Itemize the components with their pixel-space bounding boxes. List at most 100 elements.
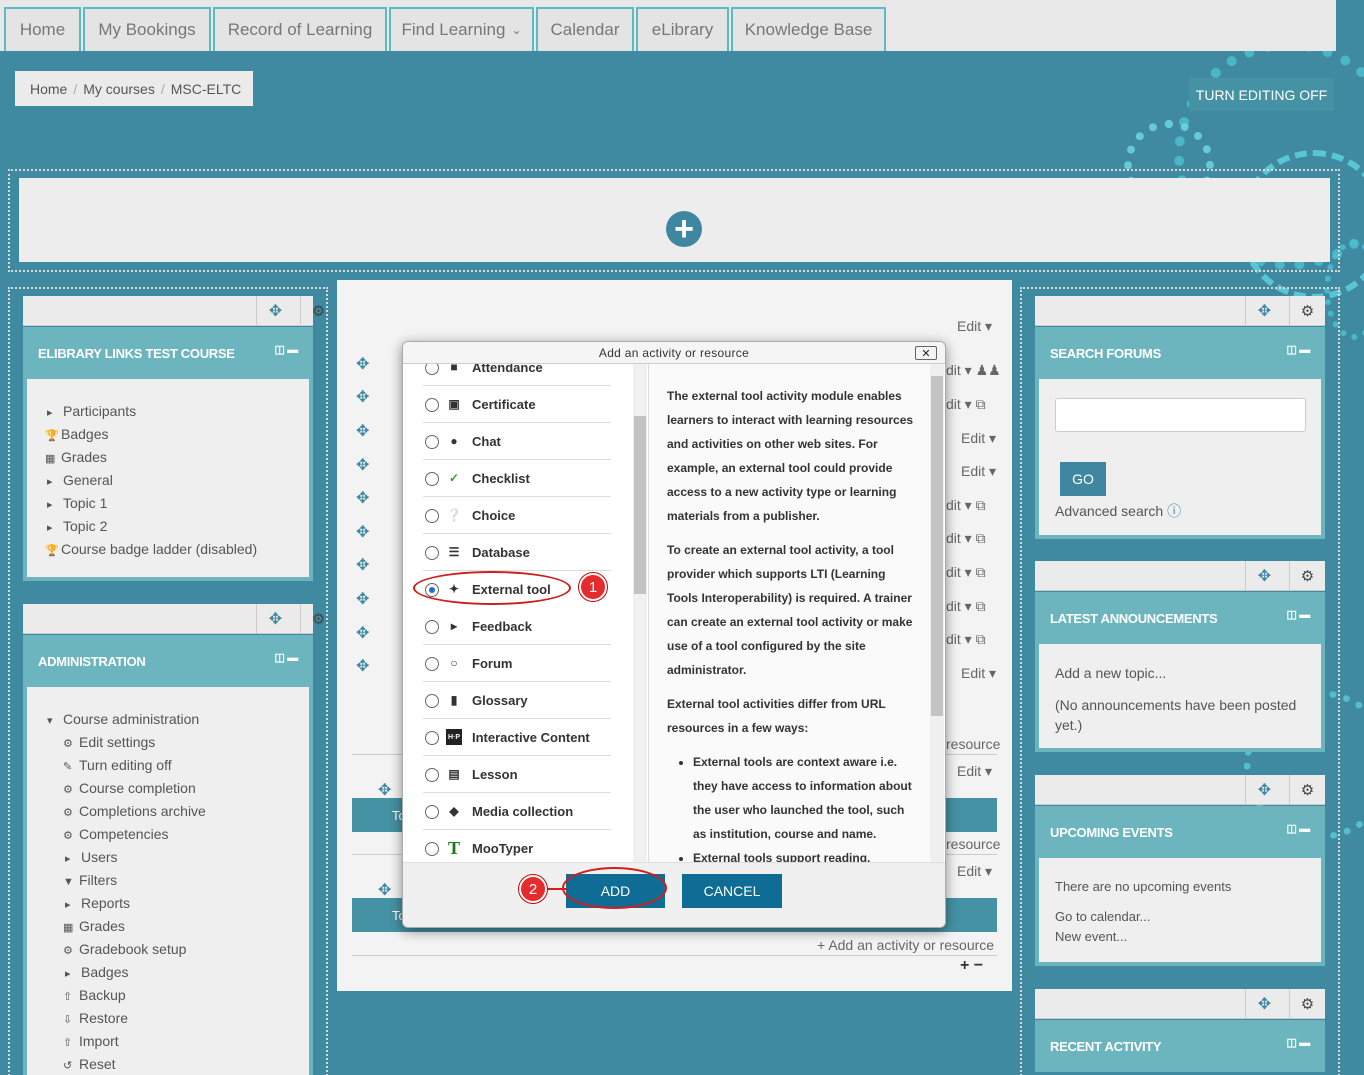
go-to-calendar-link[interactable]: Go to calendar...	[1055, 909, 1150, 924]
admin-users[interactable]: ▸ Users	[65, 849, 118, 865]
nav-badges[interactable]: 🏆 Badges	[45, 426, 108, 442]
move-icon[interactable]: ✥	[256, 296, 294, 326]
collapse-dock-icons[interactable]: ◫ ▬	[274, 343, 298, 356]
scrollbar-thumb[interactable]	[931, 376, 943, 716]
edit-menu[interactable]: Edit ▾	[957, 763, 992, 780]
admin-filters[interactable]: ▼ Filters	[63, 872, 117, 888]
admin-grades[interactable]: ▦ Grades	[63, 918, 125, 934]
option-certificate[interactable]: ▣ Certificate	[403, 386, 633, 423]
collapse-dock-icons[interactable]: ◫ ▬	[274, 651, 298, 664]
collapse-dock-icons[interactable]: ◫ ▬	[1286, 608, 1310, 621]
gear-icon[interactable]: ⚙	[1289, 296, 1325, 326]
admin-course-administration[interactable]: ▾ Course administration	[47, 711, 199, 727]
move-icon[interactable]: ✥	[356, 387, 369, 407]
gear-icon[interactable]: ⚙	[1289, 561, 1325, 591]
move-icon[interactable]: ✥	[356, 522, 369, 542]
radio-button[interactable]	[425, 546, 439, 560]
radio-button[interactable]	[425, 805, 439, 819]
move-icon[interactable]: ✥	[356, 421, 369, 441]
option-checklist[interactable]: ✓ Checklist	[403, 460, 633, 497]
move-icon[interactable]: ✥	[256, 604, 294, 634]
edit-menu[interactable]: dit ▾ ⧉	[946, 396, 986, 413]
scrollbar-thumb[interactable]	[634, 416, 646, 594]
option-database[interactable]: ☰ Database	[403, 534, 633, 571]
move-icon[interactable]: ✥	[356, 455, 369, 475]
nav-tab-calendar[interactable]: Calendar	[536, 7, 634, 51]
admin-turn-editing-off[interactable]: ✎ Turn editing off	[63, 757, 172, 773]
breadcrumb-home[interactable]: Home	[30, 81, 67, 97]
nav-grades[interactable]: ▦ Grades	[45, 449, 107, 465]
move-icon[interactable]: ✥	[378, 880, 391, 900]
move-icon[interactable]: ✥	[356, 623, 369, 643]
radio-button[interactable]	[425, 657, 439, 671]
info-icon[interactable]: ⓘ	[1167, 503, 1181, 519]
advanced-search-link[interactable]: Advanced search ⓘ	[1055, 501, 1181, 521]
move-icon[interactable]: ✥	[356, 589, 369, 609]
option-attendance[interactable]: ■ Attendance	[403, 364, 633, 386]
nav-topic-2[interactable]: ▸ Topic 2	[47, 518, 107, 534]
option-lesson[interactable]: ▤ Lesson	[403, 756, 633, 793]
add-resource-link-partial[interactable]: resource	[946, 836, 1000, 852]
gear-icon[interactable]: ⚙	[1289, 775, 1325, 805]
edit-menu[interactable]: dit ▾ ♟♟	[946, 362, 1001, 379]
nav-course-badge-ladder[interactable]: 🏆 Course badge ladder (disabled)	[45, 541, 257, 557]
option-mootyper[interactable]: T MooTyper	[403, 830, 633, 862]
admin-badges[interactable]: ▸ Badges	[65, 964, 128, 980]
admin-import[interactable]: ⇧ Import	[63, 1033, 119, 1049]
admin-gradebook-setup[interactable]: ⚙ Gradebook setup	[63, 941, 186, 957]
option-glossary[interactable]: ▮ Glossary	[403, 682, 633, 719]
nav-tab-find-learning[interactable]: Find Learning ⌄	[389, 7, 534, 51]
search-forums-input[interactable]	[1055, 398, 1306, 432]
breadcrumb-my-courses[interactable]: My courses	[83, 81, 155, 97]
edit-menu[interactable]: dit ▾ ⧉	[946, 631, 986, 648]
option-media-collection[interactable]: ◆ Media collection	[403, 793, 633, 830]
add-resource-link-partial[interactable]: resource	[946, 736, 1000, 752]
collapse-dock-icons[interactable]: ◫ ▬	[1286, 822, 1310, 835]
cancel-button[interactable]: CANCEL	[682, 874, 782, 908]
admin-competencies[interactable]: ⚙ Competencies	[63, 826, 169, 842]
gear-icon[interactable]: ⚙	[300, 296, 336, 326]
collapse-dock-icons[interactable]: ◫ ▬	[1286, 1036, 1310, 1049]
add-new-topic-link[interactable]: Add a new topic...	[1055, 665, 1166, 681]
nav-tab-record-of-learning[interactable]: Record of Learning	[213, 7, 387, 51]
edit-menu[interactable]: Edit ▾	[957, 318, 992, 335]
admin-reset[interactable]: ↺ Reset	[63, 1056, 116, 1072]
option-choice[interactable]: ❔ Choice	[403, 497, 633, 534]
admin-restore[interactable]: ⇩ Restore	[63, 1010, 128, 1026]
edit-menu[interactable]: dit ▾ ⧉	[946, 530, 986, 547]
edit-menu[interactable]: Edit ▾	[957, 863, 992, 880]
option-forum[interactable]: ○ Forum	[403, 645, 633, 682]
move-icon[interactable]: ✥	[1245, 775, 1283, 805]
edit-menu[interactable]: Edit ▾	[961, 430, 996, 447]
move-icon[interactable]: ✥	[356, 488, 369, 508]
nav-participants[interactable]: ▸ Participants	[47, 403, 136, 419]
nav-tab-knowledge-base[interactable]: Knowledge Base	[731, 7, 886, 51]
add-block-plus-icon[interactable]: +	[666, 211, 702, 247]
edit-menu[interactable]: Edit ▾	[961, 665, 996, 682]
edit-menu[interactable]: dit ▾ ⧉	[946, 564, 986, 581]
radio-button[interactable]	[425, 509, 439, 523]
option-feedback[interactable]: ▸ Feedback	[403, 608, 633, 645]
radio-button[interactable]	[425, 364, 439, 375]
radio-button[interactable]	[425, 694, 439, 708]
nav-topic-1[interactable]: ▸ Topic 1	[47, 495, 107, 511]
gear-icon[interactable]: ⚙	[300, 604, 336, 634]
admin-edit-settings[interactable]: ⚙ Edit settings	[63, 734, 155, 750]
radio-button[interactable]	[425, 472, 439, 486]
breadcrumb-course[interactable]: MSC-ELTC	[171, 81, 242, 97]
radio-button[interactable]	[425, 842, 439, 856]
move-icon[interactable]: ✥	[1245, 561, 1283, 591]
move-icon[interactable]: ✥	[1245, 296, 1283, 326]
add-activity-link[interactable]: + Add an activity or resource	[817, 937, 994, 953]
go-button[interactable]: GO	[1060, 462, 1106, 496]
nav-tab-my-bookings[interactable]: My Bookings	[83, 7, 211, 51]
move-icon[interactable]: ✥	[1245, 989, 1283, 1019]
radio-button[interactable]	[425, 731, 439, 745]
admin-completions-archive[interactable]: ⚙ Completions archive	[63, 803, 206, 819]
collapse-dock-icons[interactable]: ◫ ▬	[1286, 343, 1310, 356]
edit-menu[interactable]: dit ▾ ⧉	[946, 497, 986, 514]
edit-menu[interactable]: Edit ▾	[961, 463, 996, 480]
turn-editing-off-button[interactable]: TURN EDITING OFF	[1189, 78, 1334, 111]
radio-button[interactable]	[425, 620, 439, 634]
move-icon[interactable]: ✥	[356, 656, 369, 676]
